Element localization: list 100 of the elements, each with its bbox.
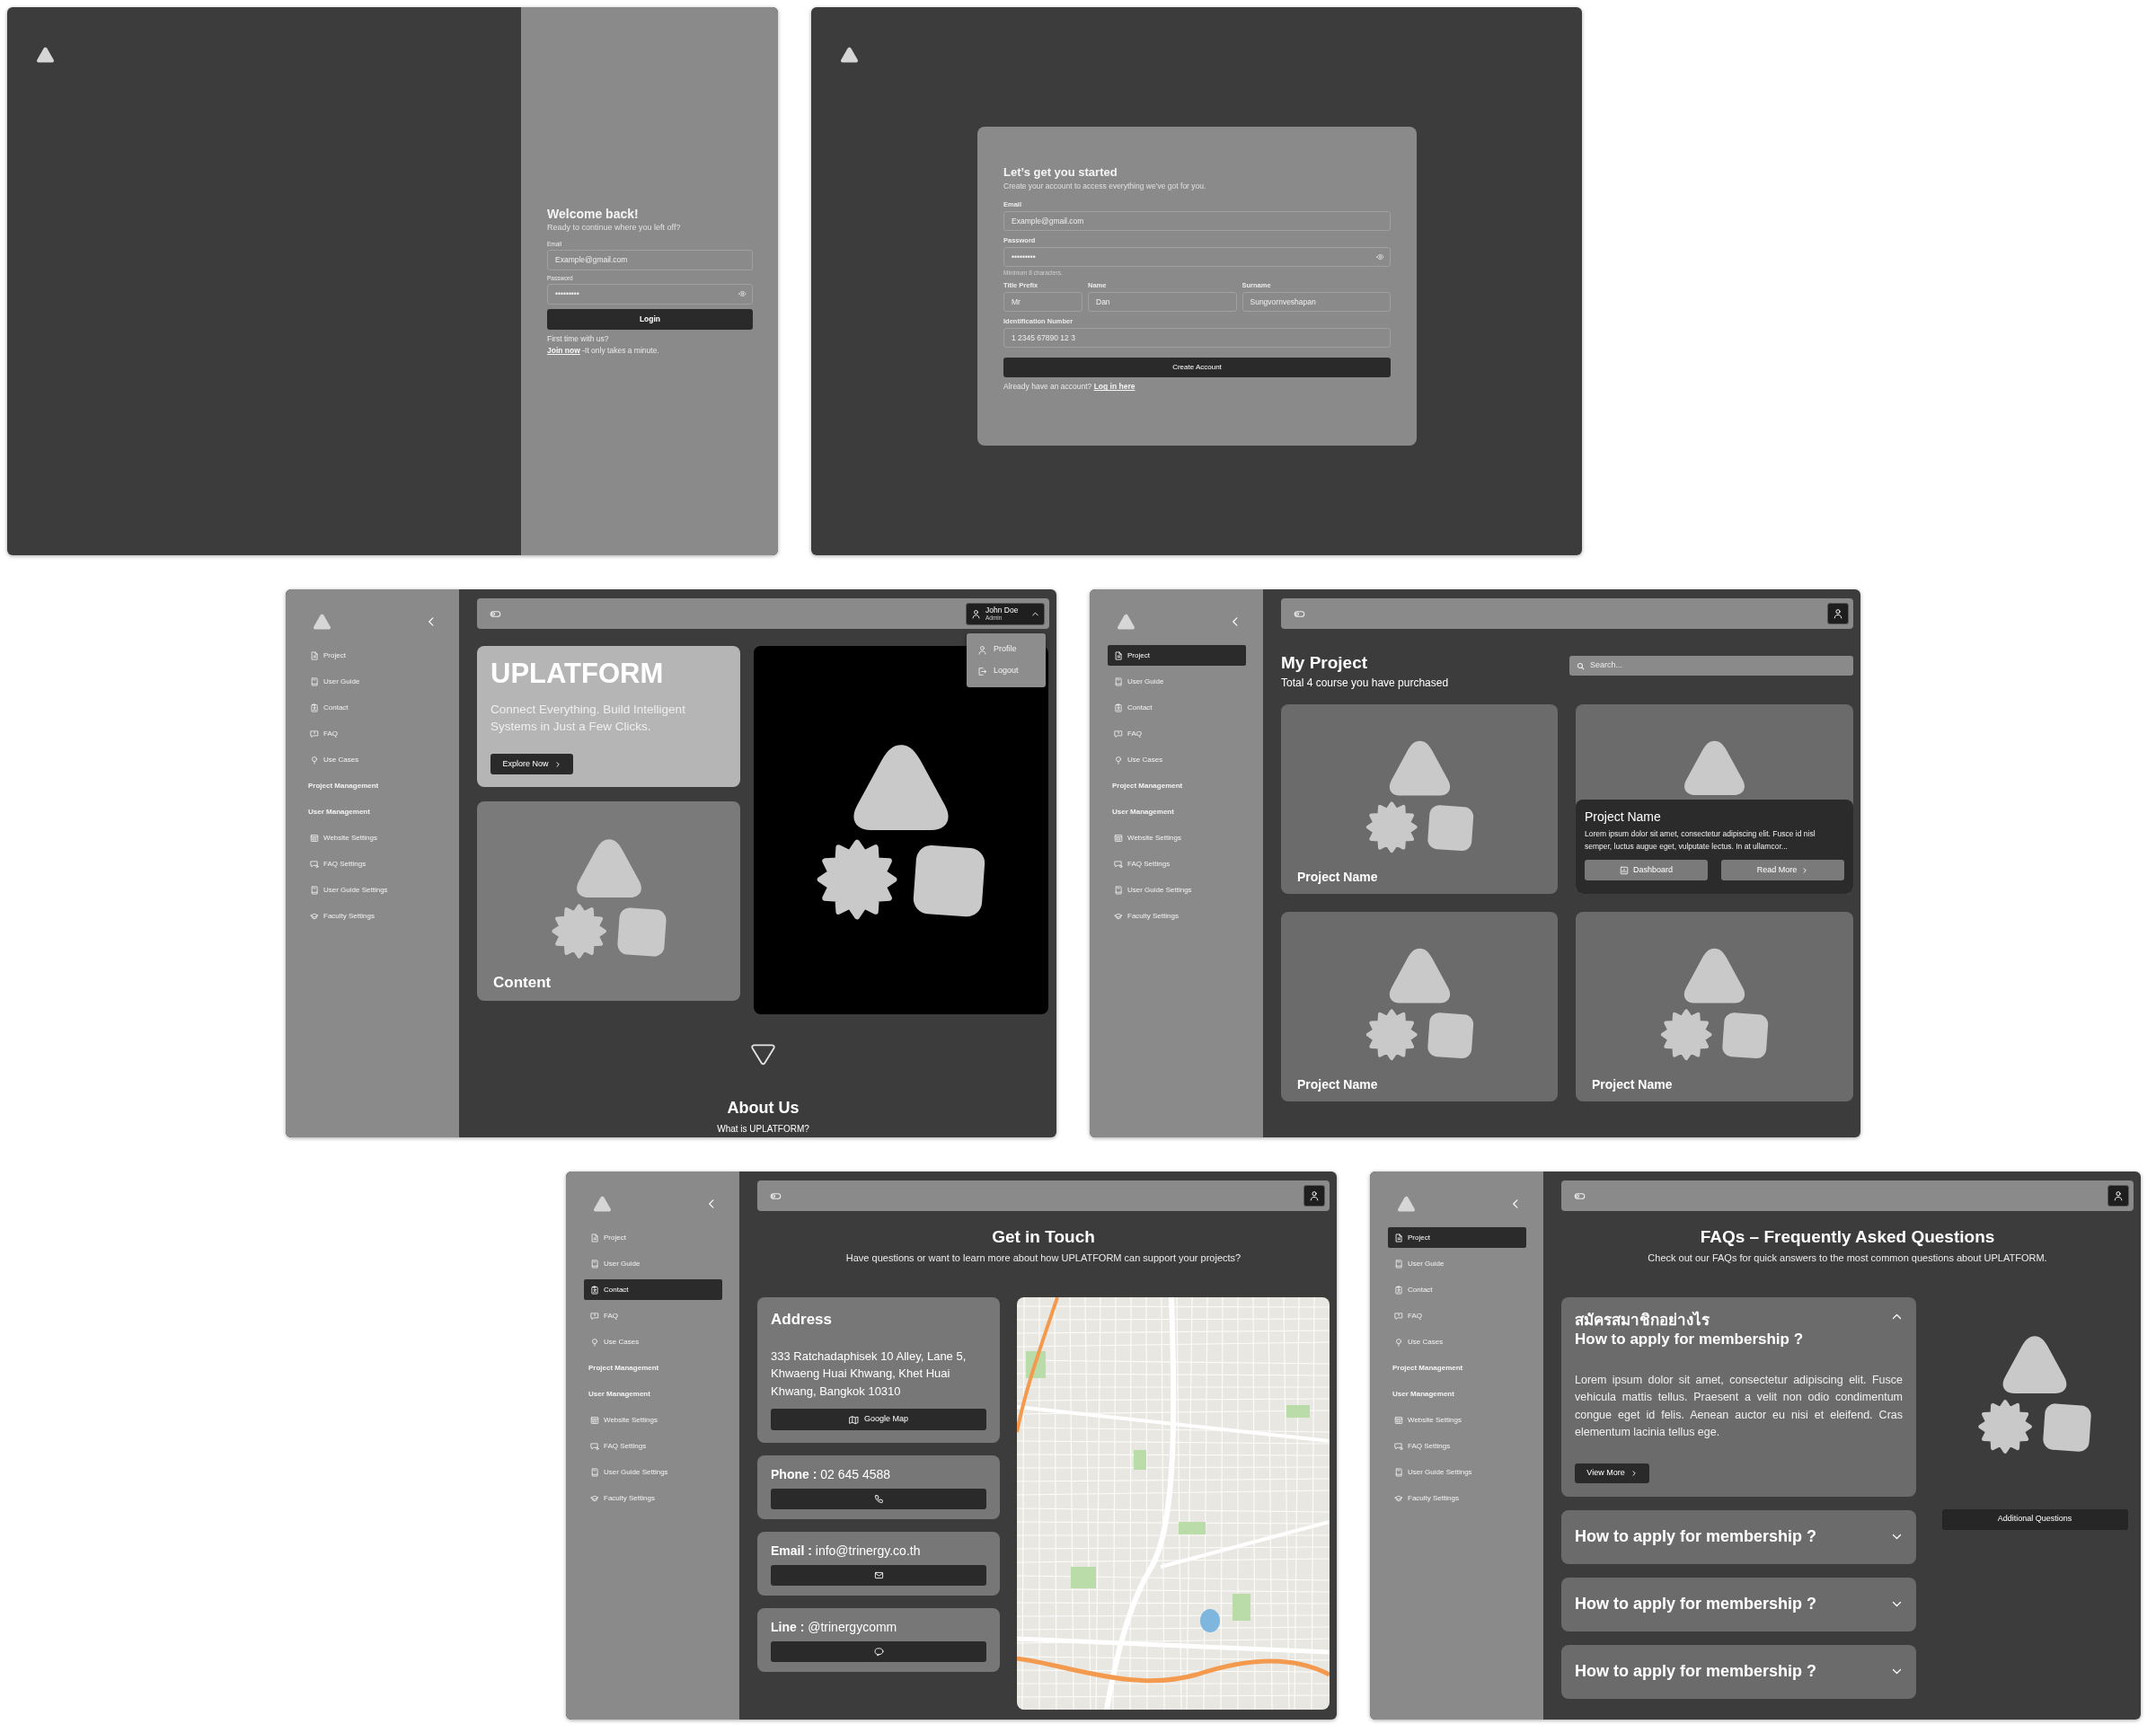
- chat-icon: [310, 729, 319, 738]
- question-panel[interactable]: How to apply for membership ?: [1561, 1644, 1916, 1699]
- password-field[interactable]: •••••••••: [547, 283, 753, 305]
- input-field[interactable]: Example@gmail.com: [1003, 210, 1391, 231]
- input-field[interactable]: Mr: [1003, 292, 1082, 313]
- nav-heading[interactable]: User Management: [1388, 1384, 1526, 1404]
- book-icon: [590, 1259, 599, 1269]
- input-field[interactable]: Sungvornveshapan: [1241, 292, 1391, 313]
- nav-item[interactable]: User Guide Settings: [584, 1462, 722, 1482]
- nav-heading[interactable]: Project Management: [304, 775, 442, 796]
- additional-questions-button[interactable]: Additional Questions: [1941, 1508, 2128, 1530]
- view-more-button[interactable]: View More: [1575, 1463, 1649, 1483]
- nav-item[interactable]: Contact: [304, 697, 442, 718]
- nav-item[interactable]: Faculty Settings: [1108, 906, 1246, 926]
- input-field[interactable]: Example@gmail.com: [547, 250, 753, 270]
- nav-item[interactable]: Contact: [1108, 697, 1246, 718]
- user-avatar-button[interactable]: [2107, 1185, 2129, 1207]
- nav-item[interactable]: Project: [304, 645, 442, 666]
- nav-heading[interactable]: Project Management: [1388, 1357, 1526, 1378]
- page-subtitle: Check out our FAQs for quick answers to the most common questions about UPLATFORM.: [1647, 1251, 2048, 1265]
- nav-item[interactable]: Use Cases: [304, 749, 442, 770]
- nav-item[interactable]: Contact: [584, 1279, 722, 1300]
- logo-icon: [840, 46, 859, 63]
- nav-item[interactable]: Use Cases: [584, 1331, 722, 1352]
- login-link[interactable]: Log in here: [1093, 382, 1135, 392]
- project-card[interactable]: Project Name: [1576, 912, 1853, 1101]
- user-avatar-button[interactable]: [1827, 603, 1849, 624]
- contact-text: Phone : 02 645 4588: [771, 1466, 892, 1482]
- graduation-cap-icon: [1114, 911, 1123, 921]
- project-title: Project Name: [1297, 1076, 1378, 1092]
- nav-item[interactable]: Website Settings: [1108, 827, 1246, 848]
- project-card[interactable]: Project Name Lorem ipsum dolor sit amet, consectetur adipiscing elit. Fusce id nisl semper, luctus augue eget, vulputate lectus. In at ullamcor... Dashboard Read More: [1576, 704, 1853, 894]
- menu-item[interactable]: Logout: [967, 661, 1046, 681]
- menu-item[interactable]: Profile: [967, 640, 1046, 659]
- nav-item[interactable]: FAQ Settings: [304, 853, 442, 874]
- footer-text: Already have an account? Log in here: [1003, 381, 1136, 393]
- question-panel[interactable]: [1561, 1296, 1916, 1497]
- read-more-button[interactable]: Read More: [1721, 860, 1844, 880]
- nav-item[interactable]: User Guide: [1108, 671, 1246, 692]
- nav-item[interactable]: FAQ: [1388, 1305, 1526, 1326]
- map-button[interactable]: Google Map: [771, 1409, 986, 1430]
- down-triangle-icon[interactable]: [751, 1043, 775, 1065]
- nav-item[interactable]: Faculty Settings: [1388, 1488, 1526, 1508]
- nav-item[interactable]: FAQ: [304, 723, 442, 744]
- nav-heading[interactable]: Project Management: [584, 1357, 722, 1378]
- person-icon: [2113, 1190, 2124, 1201]
- book-icon: [1394, 1259, 1403, 1269]
- id-badge-icon: [1114, 703, 1123, 712]
- nav-item[interactable]: User Guide Settings: [1388, 1462, 1526, 1482]
- question-panel[interactable]: How to apply for membership ?: [1561, 1577, 1916, 1631]
- chevron-right-icon: [1630, 1469, 1638, 1477]
- search-input[interactable]: Search...: [1590, 659, 1846, 672]
- chat-icon: [1114, 859, 1123, 869]
- nav-item[interactable]: FAQ: [584, 1305, 722, 1326]
- nav-item[interactable]: Website Settings: [584, 1410, 722, 1430]
- nav-heading[interactable]: Project Management: [1108, 775, 1246, 796]
- nav-item[interactable]: Use Cases: [1108, 749, 1246, 770]
- nav-item[interactable]: Website Settings: [304, 827, 442, 848]
- nav-item[interactable]: Use Cases: [1388, 1331, 1526, 1352]
- chat-icon: [590, 1441, 599, 1451]
- nav-item[interactable]: FAQ Settings: [584, 1436, 722, 1456]
- password-field[interactable]: •••••••••: [1003, 246, 1391, 267]
- id-badge-icon: [1394, 1285, 1403, 1295]
- pin-icon: [590, 1337, 599, 1347]
- graduation-cap-icon: [1394, 1493, 1403, 1503]
- dashboard-button[interactable]: Dashboard: [1585, 860, 1708, 880]
- form-subtitle: Ready to continue where you left off?: [547, 222, 682, 234]
- login-button[interactable]: Login: [547, 308, 753, 330]
- nav-item[interactable]: Contact: [1388, 1279, 1526, 1300]
- input-field[interactable]: Dan: [1088, 292, 1237, 313]
- document-icon: [1114, 650, 1123, 660]
- nav-item[interactable]: User Guide: [1388, 1253, 1526, 1274]
- nav-item[interactable]: FAQ Settings: [1388, 1436, 1526, 1456]
- nav-item[interactable]: FAQ: [1108, 723, 1246, 744]
- search-field[interactable]: Search...: [1569, 656, 1853, 676]
- nav-item[interactable]: User Guide: [584, 1253, 722, 1274]
- person-icon: [1833, 608, 1843, 619]
- nav-item[interactable]: FAQ Settings: [1108, 853, 1246, 874]
- nav-heading[interactable]: User Management: [1108, 801, 1246, 822]
- nav-item[interactable]: Website Settings: [1388, 1410, 1526, 1430]
- eye-icon[interactable]: [738, 289, 747, 298]
- nav-item[interactable]: Project: [584, 1227, 722, 1248]
- project-card[interactable]: Project Name: [1281, 704, 1558, 894]
- user-avatar-button[interactable]: [1303, 1185, 1325, 1207]
- create-account-button[interactable]: Create Account: [1003, 358, 1391, 378]
- join-link[interactable]: Join now: [547, 345, 580, 355]
- input-field[interactable]: 1 2345 67890 12 3: [1003, 328, 1391, 349]
- nav-item[interactable]: Project: [1388, 1227, 1526, 1248]
- question-panel[interactable]: How to apply for membership ?: [1561, 1509, 1916, 1564]
- nav-heading[interactable]: User Management: [584, 1384, 722, 1404]
- nav-item[interactable]: Faculty Settings: [304, 906, 442, 926]
- nav-item[interactable]: User Guide Settings: [1108, 880, 1246, 900]
- nav-item[interactable]: Faculty Settings: [584, 1488, 722, 1508]
- eye-icon[interactable]: [1376, 252, 1384, 261]
- nav-item[interactable]: User Guide: [304, 671, 442, 692]
- nav-item[interactable]: Project: [1108, 645, 1246, 666]
- explore-button[interactable]: Explore Now: [490, 754, 573, 774]
- nav-heading[interactable]: User Management: [304, 801, 442, 822]
- nav-item[interactable]: User Guide Settings: [304, 880, 442, 900]
- project-card[interactable]: Project Name: [1281, 912, 1558, 1101]
